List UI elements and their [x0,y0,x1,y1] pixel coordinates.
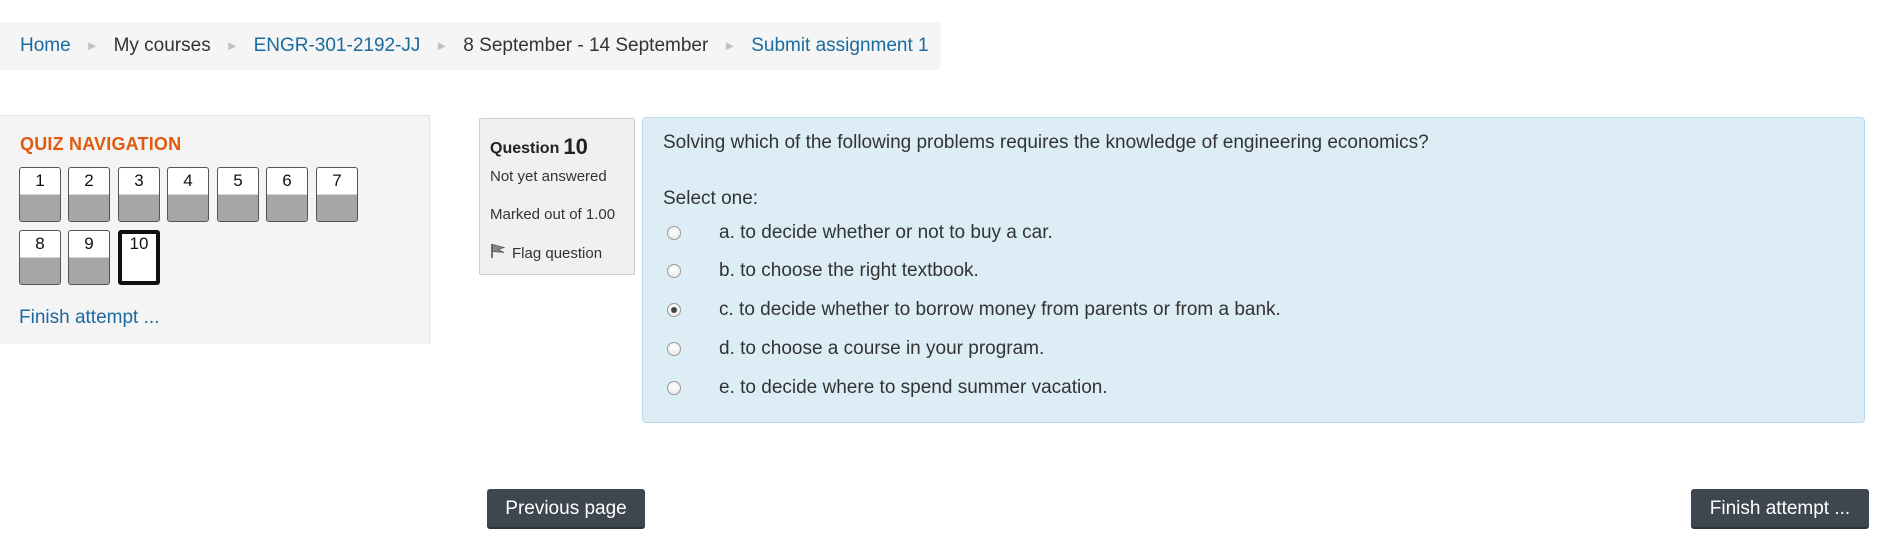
quiz-nav-button-1[interactable]: 1 [19,167,61,222]
quiz-nav-button-8[interactable]: 8 [19,230,61,285]
radio-button-selected[interactable] [667,303,681,317]
flag-question-label: Flag question [512,244,603,262]
quiz-nav-button-6[interactable]: 6 [266,167,308,222]
radio-button[interactable] [667,264,681,278]
question-content: Solving which of the following problems … [642,117,1865,423]
question-label: Question [490,140,560,157]
quiz-nav-button-2[interactable]: 2 [68,167,110,222]
quiz-nav-button-3[interactable]: 3 [118,167,160,222]
breadcrumb-separator-icon: ► [723,37,737,53]
question-grade: Marked out of 1.00 [490,206,616,223]
select-one-prompt: Select one: [663,188,759,209]
answer-label: d. to choose a course in your program. [719,338,1045,359]
answer-option-d[interactable]: d. to choose a course in your program. [667,338,1044,360]
answer-label: c. to decide whether to borrow money fro… [719,299,1281,320]
breadcrumb-my-courses: My courses [113,35,211,56]
breadcrumb-separator-icon: ► [225,37,239,53]
quiz-nav-button-7[interactable]: 7 [316,167,358,222]
answer-option-e[interactable]: e. to decide where to spend summer vacat… [667,377,1108,399]
previous-page-button[interactable]: Previous page [487,489,645,529]
answer-label: b. to choose the right textbook. [719,260,979,281]
finish-attempt-link[interactable]: Finish attempt ... [19,307,159,329]
quiz-nav-button-4[interactable]: 4 [167,167,209,222]
question-state: Not yet answered [490,168,607,185]
answer-option-b[interactable]: b. to choose the right textbook. [667,260,979,282]
finish-attempt-button[interactable]: Finish attempt ... [1691,489,1869,529]
breadcrumb-course[interactable]: ENGR-301-2192-JJ [254,35,421,57]
breadcrumb-separator-icon: ► [85,37,99,53]
quiz-navigation-block: QUIZ NAVIGATION 1 2 3 4 5 6 7 8 9 10 Fin… [0,115,430,344]
question-heading: Question 10 [490,133,588,159]
breadcrumb: Home ► My courses ► ENGR-301-2192-JJ ► 8… [0,22,941,70]
answer-option-a[interactable]: a. to decide whether or not to buy a car… [667,222,1053,244]
radio-button[interactable] [667,381,681,395]
quiz-nav-button-10-current[interactable]: 10 [118,230,160,285]
flag-question-button[interactable]: Flag question [490,243,602,263]
answer-label: e. to decide where to spend summer vacat… [719,377,1108,398]
quiz-navigation-title: QUIZ NAVIGATION [20,134,182,154]
quiz-nav-button-5[interactable]: 5 [217,167,259,222]
quiz-page: Home ► My courses ► ENGR-301-2192-JJ ► 8… [0,0,1888,543]
question-text: Solving which of the following problems … [663,132,1429,153]
breadcrumb-week: 8 September - 14 September [463,35,709,56]
radio-button[interactable] [667,342,681,356]
question-info-box: Question 10 Not yet answered Marked out o… [479,118,635,275]
answer-option-c[interactable]: c. to decide whether to borrow money fro… [667,299,1281,321]
answer-label: a. to decide whether or not to buy a car… [719,222,1053,243]
quiz-nav-button-9[interactable]: 9 [68,230,110,285]
flag-icon [490,243,512,263]
breadcrumb-assignment[interactable]: Submit assignment 1 [751,35,928,57]
question-number: 10 [563,134,588,159]
radio-button[interactable] [667,226,681,240]
breadcrumb-separator-icon: ► [435,37,449,53]
breadcrumb-home[interactable]: Home [20,35,71,57]
